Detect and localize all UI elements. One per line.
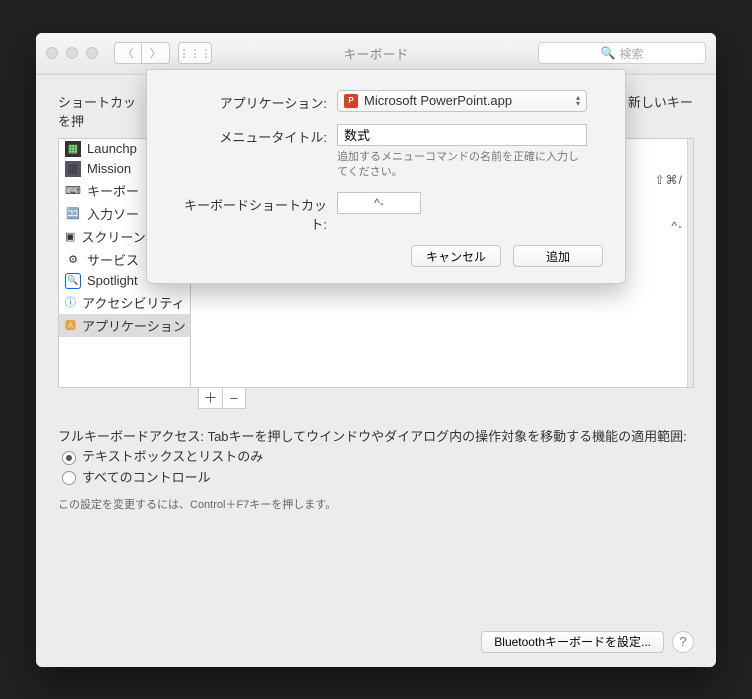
chevron-updown-icon: ▴▾ [576, 95, 580, 107]
preferences-window: 〈 〉 ⋮⋮⋮ キーボード 🔍 検索 ショートカッ してから、新しいキーを押 ▦… [36, 33, 716, 667]
keyboard-icon: ⌨ [65, 182, 81, 198]
close-icon[interactable] [46, 47, 58, 59]
launchpad-icon: ▦ [65, 141, 81, 157]
application-label: アプリケーション: [169, 90, 327, 112]
sidebar-item-application[interactable]: 🅰アプリケーション [59, 314, 190, 337]
bottom-bar: Bluetoothキーボードを設定... ? [36, 631, 716, 653]
minimize-icon[interactable] [66, 47, 78, 59]
screenshot-icon: ▣ [65, 228, 75, 244]
nav-buttons: 〈 〉 [114, 42, 170, 64]
spotlight-icon: 🔍 [65, 273, 81, 289]
add-button[interactable]: 追加 [513, 245, 603, 267]
add-button[interactable]: ＋ [198, 387, 222, 409]
menu-title-input[interactable] [337, 124, 587, 146]
input-icon: 🈁 [65, 205, 81, 221]
gear-icon: ⚙ [65, 251, 81, 267]
application-dropdown[interactable]: P Microsoft PowerPoint.app ▴▾ [337, 90, 587, 112]
radio-icon [62, 471, 76, 485]
radio-text-only[interactable]: テキストボックスとリストのみ [62, 447, 694, 468]
add-remove-buttons: ＋ − [198, 387, 694, 409]
traffic-lights [46, 47, 98, 59]
powerpoint-icon: P [344, 94, 358, 108]
help-button[interactable]: ? [672, 631, 694, 653]
dropdown-value: Microsoft PowerPoint.app [364, 93, 512, 108]
menu-helper: 追加するメニューコマンドの名前を正確に入力してください。 [337, 150, 587, 181]
radio-icon [62, 451, 76, 465]
scrollbar[interactable] [687, 139, 693, 387]
menu-title-label: メニュータイトル: [169, 124, 327, 146]
search-placeholder: 検索 [619, 45, 643, 62]
fk-hint: この設定を変更するには、Control＋F7キーを押します。 [58, 497, 694, 515]
cancel-button[interactable]: キャンセル [411, 245, 501, 267]
search-input[interactable]: 🔍 検索 [538, 42, 706, 64]
show-all-button[interactable]: ⋮⋮⋮ [178, 42, 212, 64]
full-keyboard-section: フルキーボードアクセス: Tabキーを押してウインドウやダイアログ内の操作対象を… [58, 427, 694, 515]
sidebar-item-accessibility[interactable]: ⓘアクセシビリティ [59, 291, 190, 314]
accessibility-icon: ⓘ [65, 294, 76, 310]
radio-all-controls[interactable]: すべてのコントロール [62, 468, 694, 489]
add-shortcut-sheet: アプリケーション: P Microsoft PowerPoint.app ▴▾ … [146, 69, 626, 285]
back-button[interactable]: 〈 [114, 42, 142, 64]
remove-button[interactable]: − [222, 387, 246, 409]
search-icon: 🔍 [601, 46, 616, 60]
forward-button[interactable]: 〉 [142, 42, 170, 64]
fk-label: フルキーボードアクセス: Tabキーを押してウインドウやダイアログ内の操作対象を… [58, 427, 694, 448]
shortcut-input[interactable] [337, 192, 421, 214]
zoom-icon[interactable] [86, 47, 98, 59]
bluetooth-button[interactable]: Bluetoothキーボードを設定... [481, 631, 664, 653]
mission-icon: ▥ [65, 161, 81, 177]
shortcut-label: キーボードショートカット: [169, 192, 327, 233]
application-icon: 🅰 [65, 317, 76, 333]
